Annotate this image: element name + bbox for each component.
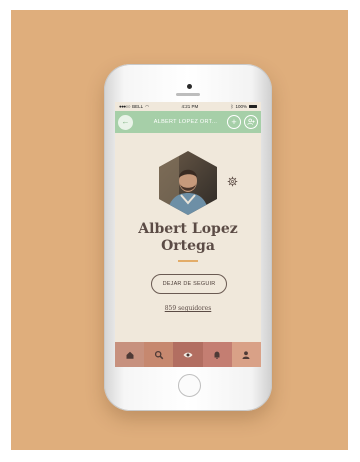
add-friend-button[interactable]: [244, 115, 258, 129]
tab-search[interactable]: [144, 342, 174, 367]
unfollow-button[interactable]: DEJAR DE SEGUIR: [151, 274, 227, 294]
nav-title: ALBERT LOPEZ ORT...: [153, 119, 218, 125]
settings-gear-icon[interactable]: [227, 176, 238, 187]
profile-name-line2: Ortega: [161, 238, 215, 254]
name-divider: [178, 260, 198, 262]
search-icon: [154, 350, 164, 359]
signal-icon: ●●●○○: [119, 104, 131, 109]
followers-link[interactable]: 859 seguidores: [115, 305, 261, 312]
profile-name: Albert Lopez Ortega: [115, 221, 261, 255]
bell-icon: [214, 351, 220, 359]
wifi-icon: ◠: [145, 103, 150, 109]
plus-icon: +: [231, 116, 237, 127]
user-icon: [242, 350, 250, 359]
tab-notifications[interactable]: [202, 342, 232, 367]
back-arrow-icon: ←: [121, 117, 130, 126]
earpiece-speaker: [176, 93, 200, 96]
add-button[interactable]: +: [227, 115, 241, 129]
app-screen: ●●●○○ BELL ◠ 4:21 PM ᛒ 100% ← ALBERT LOP…: [115, 102, 261, 367]
tab-home[interactable]: [115, 342, 145, 367]
front-camera: [187, 84, 192, 89]
carrier-label: BELL: [132, 104, 144, 109]
bottom-tab-bar: [115, 342, 261, 367]
battery-percent: 100%: [235, 104, 247, 109]
battery-icon: [249, 104, 257, 109]
status-time: 4:21 PM: [181, 104, 199, 109]
status-bar: ●●●○○ BELL ◠ 4:21 PM ᛒ 100%: [115, 102, 261, 111]
profile-name-line1: Albert Lopez: [138, 221, 238, 237]
eye-icon: [183, 352, 193, 357]
profile-section: Albert Lopez Ortega DEJAR DE SEGUIR 859 …: [115, 133, 261, 367]
top-navbar: ← ALBERT LOPEZ ORT... +: [115, 111, 261, 133]
add-user-icon: [247, 118, 255, 125]
bluetooth-icon: ᛒ: [230, 104, 234, 109]
home-icon: [126, 351, 134, 359]
phone-mockup: ●●●○○ BELL ◠ 4:21 PM ᛒ 100% ← ALBERT LOP…: [104, 64, 272, 411]
back-button[interactable]: ←: [118, 114, 133, 130]
avatar[interactable]: [159, 151, 217, 215]
tab-profile[interactable]: [231, 342, 261, 367]
tab-eye[interactable]: [173, 342, 203, 367]
home-hardware-button[interactable]: [178, 374, 201, 397]
